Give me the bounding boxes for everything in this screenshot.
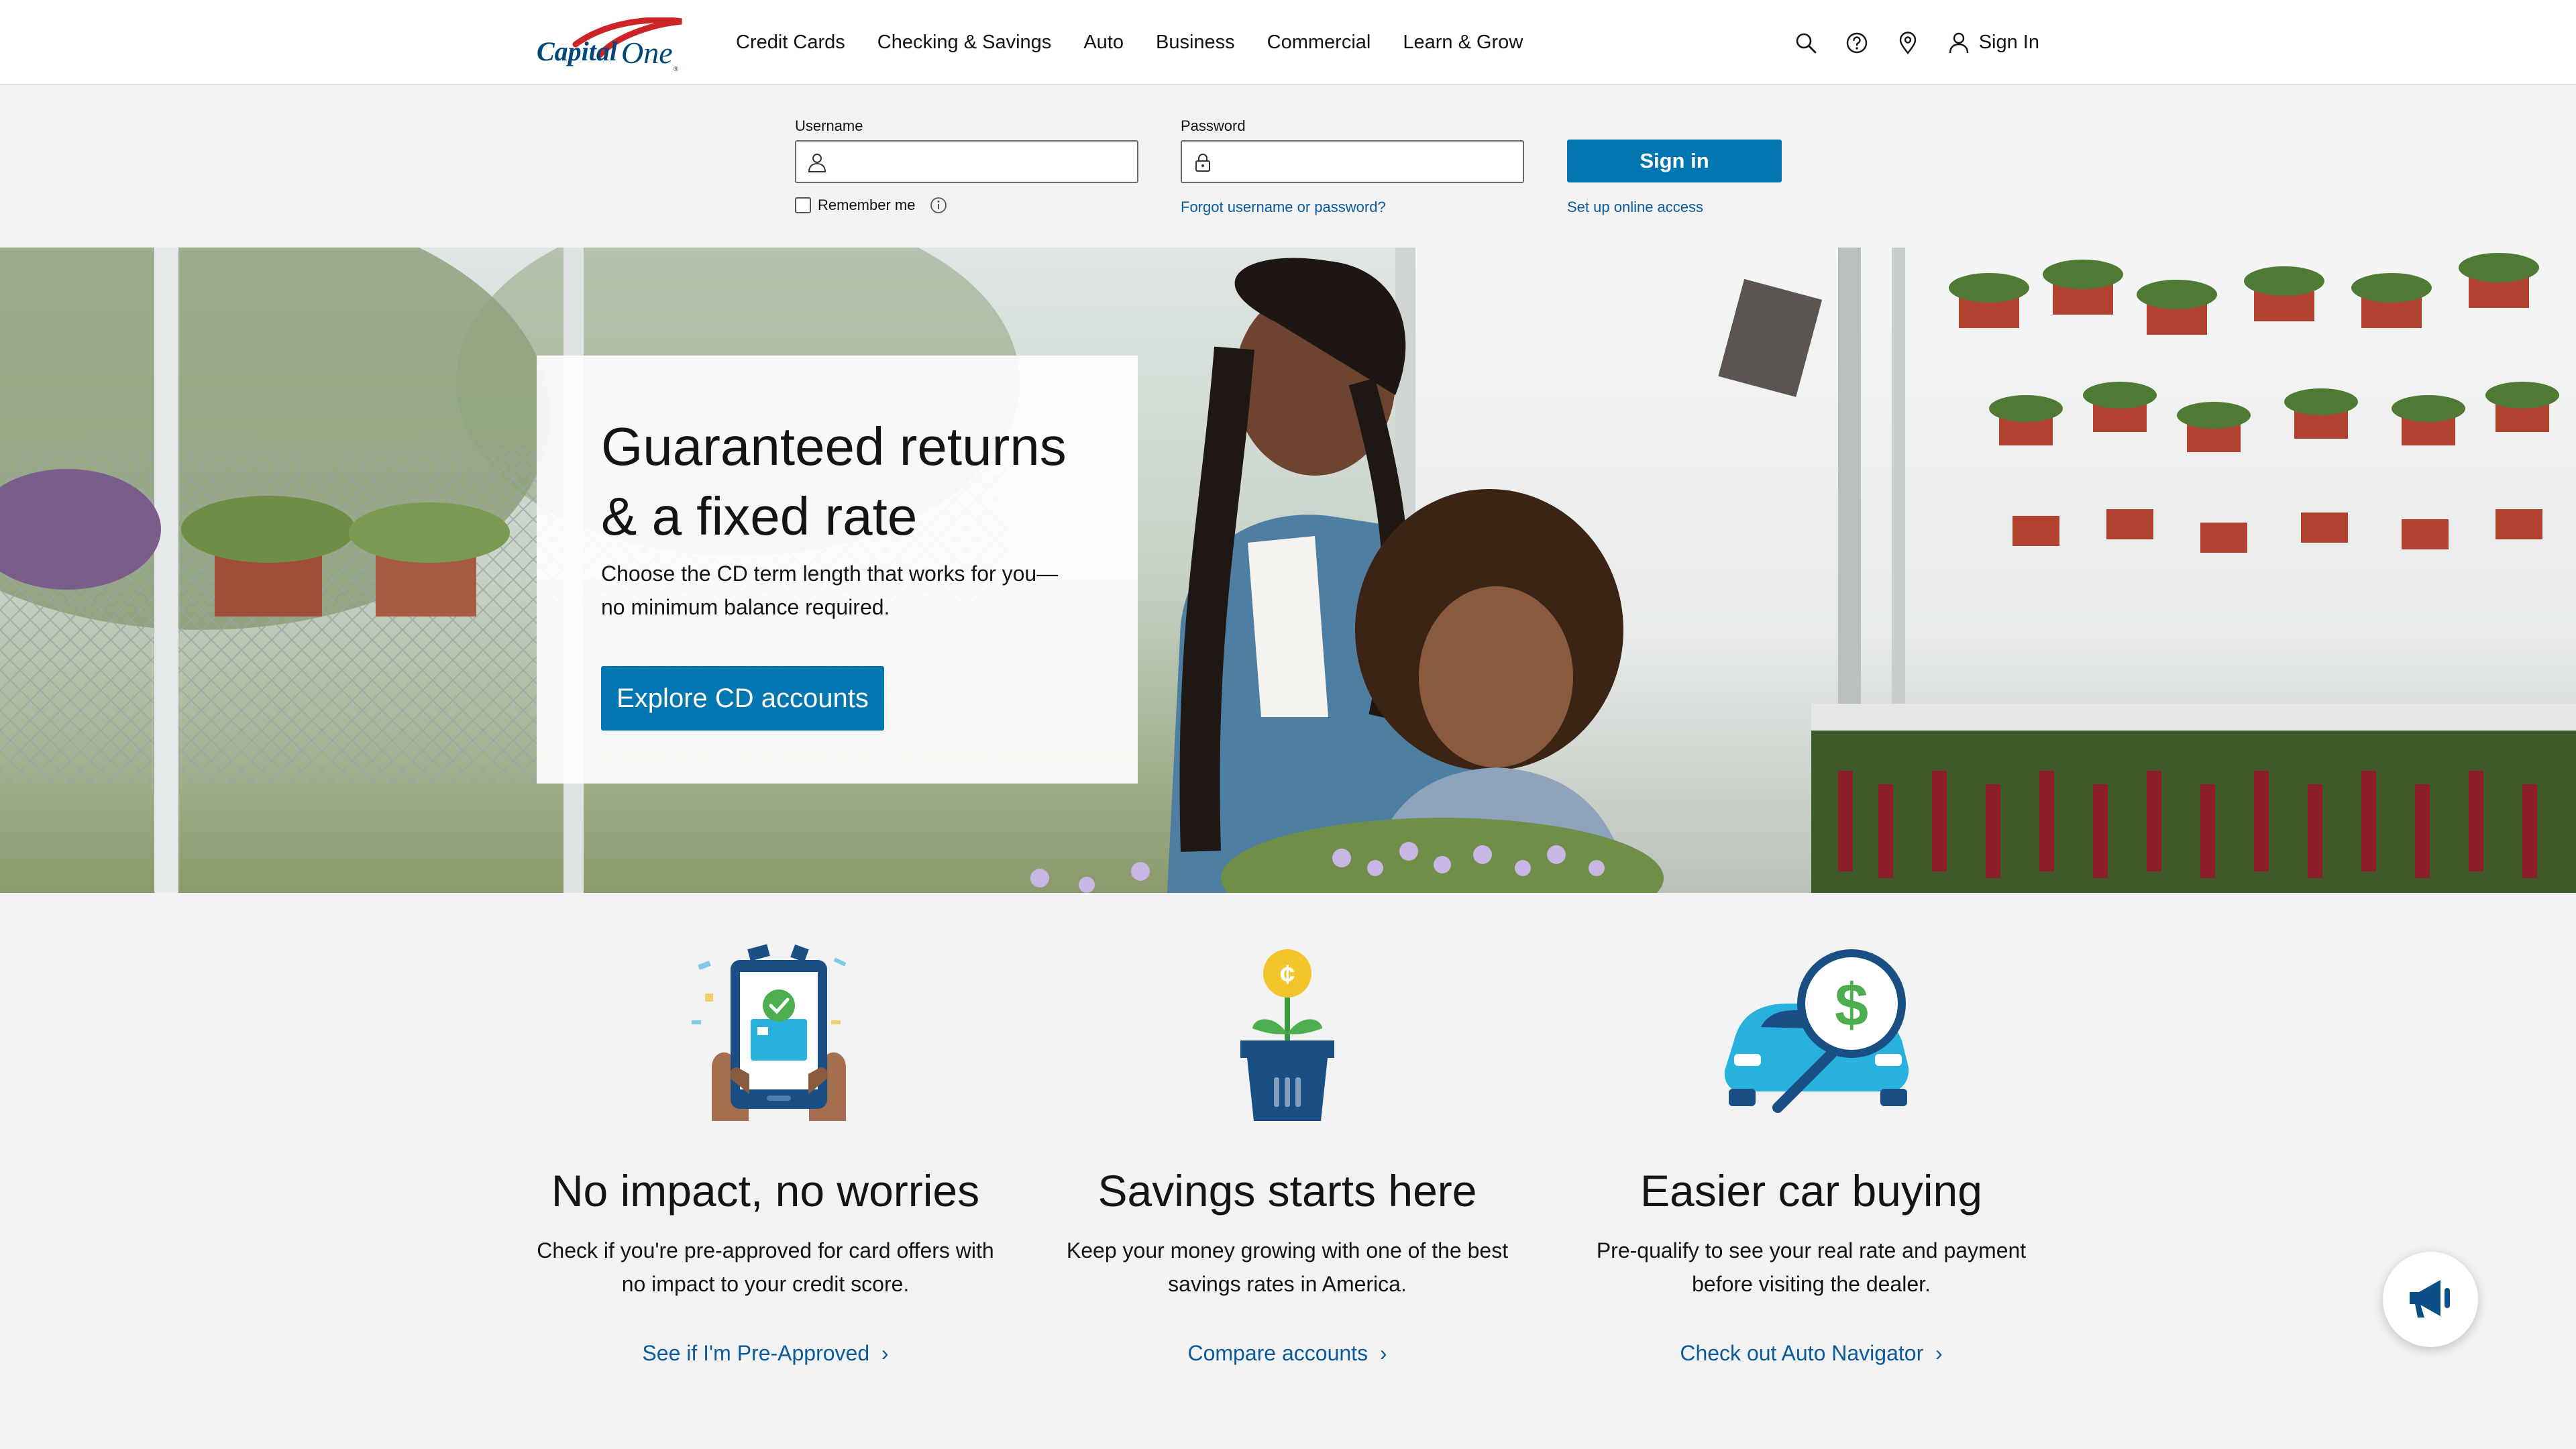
info-icon[interactable] — [930, 197, 947, 214]
hero-title-line1: Guaranteed returns — [601, 417, 1067, 476]
svg-text:One: One — [621, 36, 673, 70]
hero-banner: Guaranteed returns & a fixed rate Choose… — [0, 248, 2576, 893]
sign-in-form: Username Password Remember me Forgot use… — [0, 87, 2576, 248]
remember-me: Remember me — [795, 197, 947, 214]
user-icon — [1945, 30, 1972, 56]
username-label: Username — [795, 117, 863, 134]
user-icon — [807, 152, 827, 172]
chevron-right-icon: › — [1929, 1341, 1943, 1365]
feature-description: Check if you're pre-approved for card of… — [524, 1234, 1007, 1301]
feature-description-line1: Check if you're pre-approved for card of… — [537, 1238, 994, 1263]
remember-me-label[interactable]: Remember me — [818, 197, 915, 214]
pre-approved-link-label: See if I'm Pre-Approved — [642, 1341, 870, 1365]
hero-subtitle: Choose the CD term length that works for… — [601, 557, 1084, 624]
site-header: Capital One ® Credit Cards Checking & Sa… — [0, 0, 2576, 85]
password-field[interactable] — [1181, 140, 1524, 183]
svg-text:Capital: Capital — [537, 36, 618, 66]
username-field[interactable] — [795, 140, 1138, 183]
megaphone-icon — [2406, 1273, 2455, 1326]
help-icon[interactable] — [1843, 30, 1870, 56]
nav-checking-savings[interactable]: Checking & Savings — [877, 32, 1052, 54]
header-sign-in[interactable]: Sign In — [1945, 30, 2039, 56]
feature-title: Savings starts here — [1097, 1166, 1477, 1216]
svg-text:$: $ — [1835, 972, 1868, 1039]
remember-me-checkbox[interactable] — [795, 197, 811, 213]
feature-description-line2: no impact to your credit score. — [621, 1272, 910, 1296]
feedback-button[interactable] — [2383, 1252, 2478, 1347]
setup-online-access-link[interactable]: Set up online access — [1567, 199, 1703, 216]
feature-description-line1: Pre-qualify to see your real rate and pa… — [1596, 1238, 2027, 1263]
nav-commercial[interactable]: Commercial — [1267, 32, 1371, 54]
pre-approved-link[interactable]: See if I'm Pre-Approved › — [524, 1341, 1007, 1366]
compare-accounts-link[interactable]: Compare accounts › — [1046, 1341, 1529, 1366]
nav-learn-grow[interactable]: Learn & Grow — [1403, 32, 1523, 54]
feature-description-line2: savings rates in America. — [1168, 1272, 1407, 1296]
money-plant-icon: ¢ — [1046, 940, 1529, 1121]
password-label: Password — [1181, 117, 1246, 134]
feature-title: Easier car buying — [1640, 1166, 1982, 1216]
feature-title: No impact, no worries — [551, 1166, 980, 1216]
feature-description: Keep your money growing with one of the … — [1046, 1234, 1529, 1301]
capital-one-logo[interactable]: Capital One ® — [535, 17, 684, 74]
password-group: Password — [1181, 117, 1524, 183]
password-input[interactable] — [1224, 146, 1512, 178]
lock-icon — [1193, 152, 1213, 172]
nav-business[interactable]: Business — [1156, 32, 1235, 54]
feature-description-line2: before visiting the dealer. — [1692, 1272, 1931, 1296]
forgot-credentials-link[interactable]: Forgot username or password? — [1181, 199, 1386, 216]
phone-approval-icon — [524, 940, 1007, 1121]
hero-title-line2: & a fixed rate — [601, 486, 918, 546]
hero-subtitle-line1: Choose the CD term length that works for… — [601, 561, 1059, 586]
username-input[interactable] — [838, 146, 1126, 178]
feature-description-line1: Keep your money growing with one of the … — [1066, 1238, 1509, 1263]
hero-card: Guaranteed returns & a fixed rate Choose… — [537, 356, 1138, 784]
svg-text:¢: ¢ — [1280, 960, 1295, 989]
username-group: Username — [795, 117, 1138, 183]
search-icon[interactable] — [1792, 30, 1819, 56]
greenhouse-photo — [0, 248, 2576, 893]
feature-section: No impact, no worries Check if you're pr… — [0, 893, 2576, 1449]
nav-auto[interactable]: Auto — [1083, 32, 1124, 54]
auto-navigator-link-label: Check out Auto Navigator — [1680, 1341, 1924, 1365]
hero-subtitle-line2: no minimum balance required. — [601, 595, 890, 619]
feature-description: Pre-qualify to see your real rate and pa… — [1570, 1234, 2053, 1301]
car-magnifier-icon: $ — [1570, 940, 2053, 1121]
hero-title: Guaranteed returns & a fixed rate — [601, 412, 1097, 551]
location-icon[interactable] — [1894, 30, 1921, 56]
sign-in-label: Sign In — [1978, 32, 2039, 53]
auto-navigator-link[interactable]: Check out Auto Navigator › — [1570, 1341, 2053, 1366]
chevron-right-icon: › — [875, 1341, 889, 1365]
nav-credit-cards[interactable]: Credit Cards — [736, 32, 845, 54]
header-utilities: Sign In — [1768, 0, 2039, 85]
primary-nav: Credit Cards Checking & Savings Auto Bus… — [736, 0, 1555, 85]
explore-cd-button[interactable]: Explore CD accounts — [601, 666, 884, 731]
compare-accounts-link-label: Compare accounts — [1187, 1341, 1368, 1365]
chevron-right-icon: › — [1373, 1341, 1387, 1365]
svg-text:®: ® — [674, 66, 679, 73]
sign-in-button[interactable]: Sign in — [1567, 140, 1782, 182]
